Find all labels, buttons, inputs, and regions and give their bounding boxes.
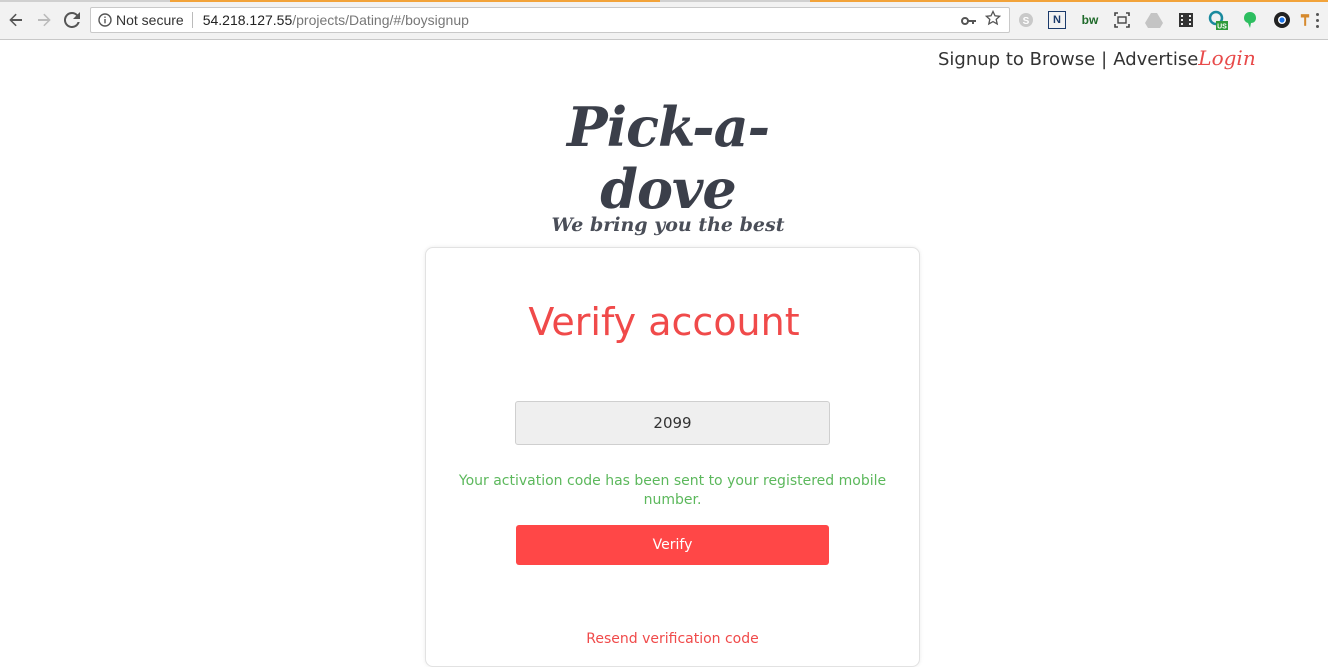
url-text[interactable]: 54.218.127.55/projects/Dating/#/boysignu… [203, 12, 961, 28]
verification-code-input[interactable] [515, 401, 830, 445]
logo-tagline: We bring you the best [551, 214, 785, 236]
vpn-badge: US [1217, 24, 1227, 31]
address-bar[interactable]: Not secure 54.218.127.55/projects/Dating… [90, 7, 1010, 33]
n-icon[interactable]: N [1048, 11, 1066, 29]
security-label[interactable]: Not secure [116, 12, 193, 28]
svg-text:S: S [1023, 16, 1030, 27]
activation-message: Your activation code has been sent to yo… [458, 473, 887, 508]
film-icon[interactable] [1176, 10, 1196, 30]
site-logo[interactable]: Pick-a-dove We bring you the best [508, 96, 828, 236]
signup-link[interactable]: Signup to Browse [938, 49, 1095, 70]
bw-icon[interactable]: bw [1080, 10, 1100, 30]
back-button[interactable] [6, 10, 26, 30]
nav-separator: | [1101, 49, 1108, 70]
url-host: 54.218.127.55 [202, 12, 293, 28]
forward-button[interactable] [34, 10, 54, 30]
chrome-icon[interactable] [1272, 10, 1292, 30]
reload-button[interactable] [62, 10, 82, 30]
info-icon[interactable] [94, 13, 116, 27]
resend-code-link[interactable]: Resend verification code [0, 631, 1328, 647]
drive-icon[interactable] [1144, 10, 1164, 30]
reload-icon [64, 12, 80, 28]
verify-button[interactable]: Verify [516, 525, 829, 565]
login-link[interactable]: Login [1198, 46, 1255, 70]
page-title: Verify account [528, 300, 800, 344]
advertise-link[interactable]: Advertise [1113, 49, 1198, 70]
menu-button[interactable] [1309, 10, 1325, 30]
forward-arrow-icon [38, 13, 51, 27]
vpn-icon[interactable]: US [1208, 10, 1228, 30]
key-icon[interactable] [961, 11, 977, 30]
browser-toolbar: Not secure 54.218.127.55/projects/Dating… [0, 0, 1328, 40]
tab-strip [0, 0, 1328, 2]
back-arrow-icon [9, 13, 22, 27]
skype-icon[interactable]: S [1016, 10, 1036, 30]
screenshot-icon[interactable] [1112, 10, 1132, 30]
logo-title: Pick-a-dove [566, 95, 770, 221]
evernote-icon[interactable] [1240, 10, 1260, 30]
top-nav: Signup to Browse | Advertise Login [938, 46, 1256, 70]
url-path: /projects/Dating/#/boysignup [292, 12, 469, 28]
bookmark-star-icon[interactable] [984, 9, 1002, 30]
